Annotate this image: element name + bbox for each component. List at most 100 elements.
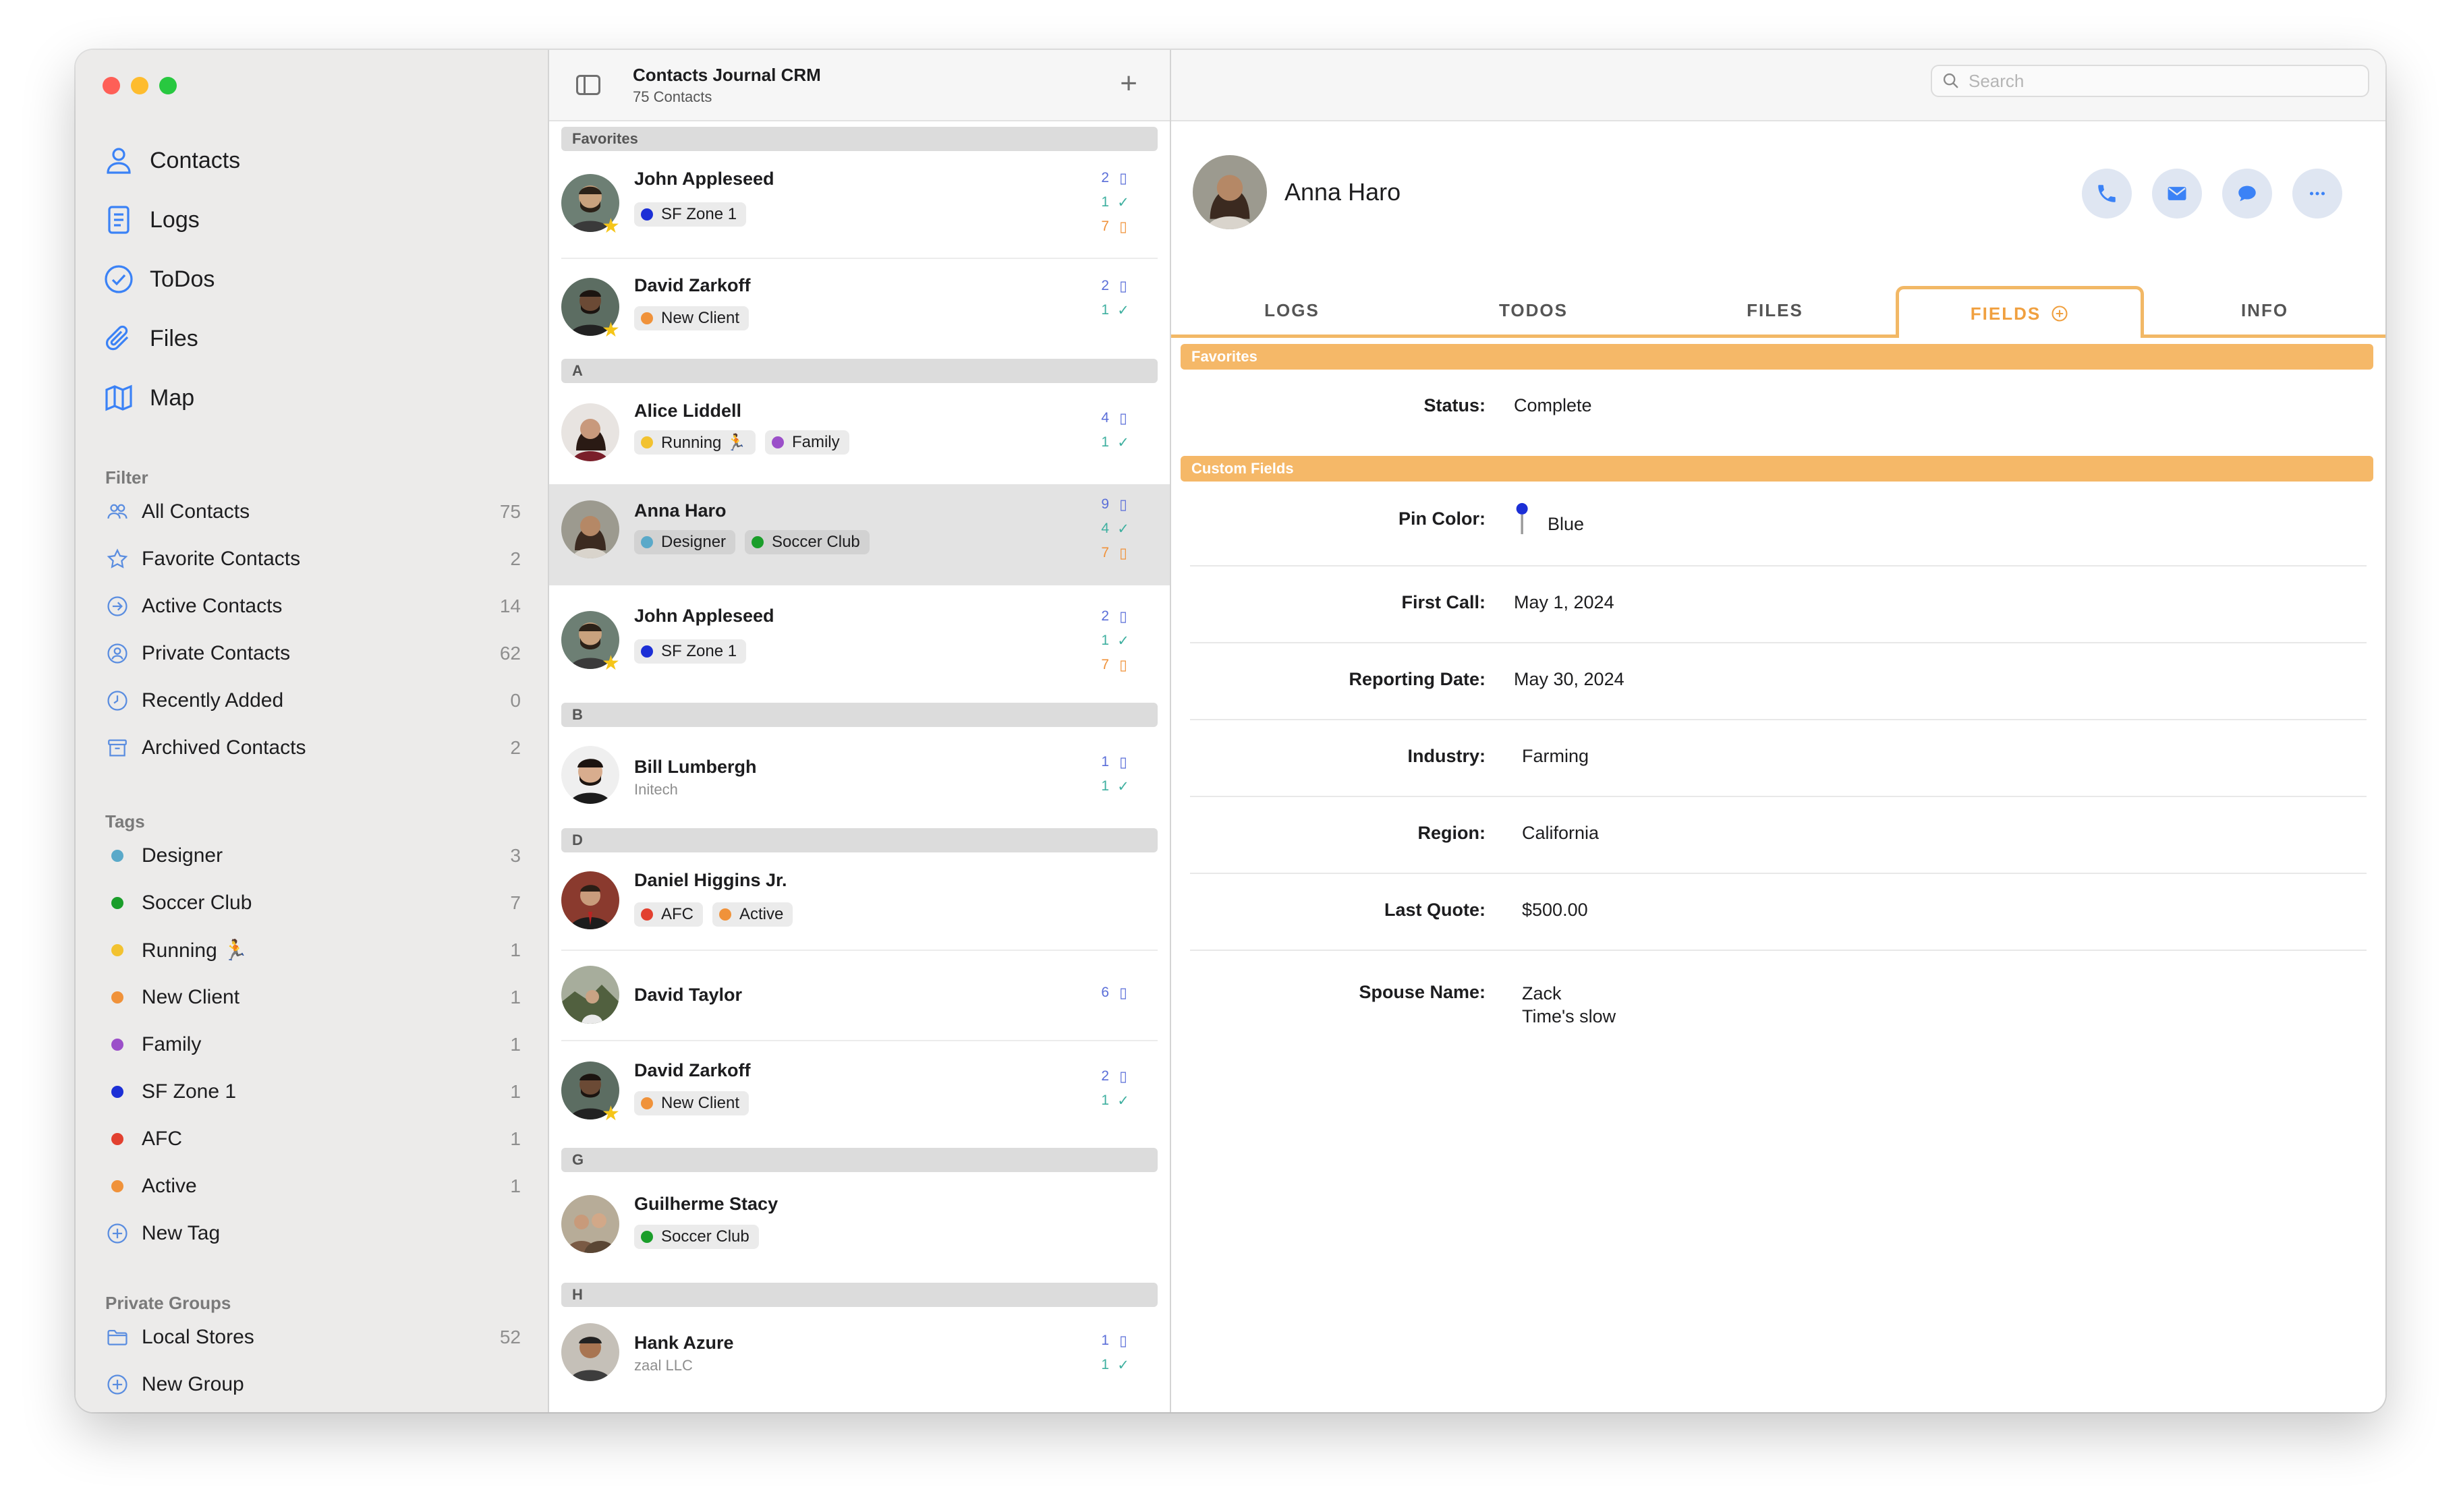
contact-counts: 1 ▯ 1 ✓ (1101, 1330, 1131, 1376)
chat-bubble-icon (2238, 185, 2256, 202)
document-icon (108, 206, 130, 234)
contact-list-pane: Contacts Journal CRM 75 Contacts + Favor… (549, 50, 1171, 1412)
tag-item-sf-zone-1[interactable]: SF Zone 1 1 (103, 1068, 521, 1115)
field-label: Industry: (1407, 746, 1486, 766)
log-doc-icon: ▯ (1119, 170, 1127, 186)
tab-info[interactable]: INFO (2144, 286, 2385, 335)
contact-name: Alice Liddell (634, 401, 742, 421)
tab-fields[interactable]: FIELDS (1896, 286, 2144, 338)
message-button[interactable] (2222, 169, 2272, 219)
contact-actions (2082, 169, 2342, 219)
tag-count: 1 (510, 1034, 521, 1055)
filter-all-contacts[interactable]: All Contacts 75 (103, 488, 521, 535)
todo-check-icon: ✓ (1117, 778, 1129, 794)
section-header-d: D (561, 828, 1158, 852)
contact-row[interactable]: ★ John Appleseed SF Zone 1 2 ▯ 1 ✓ 7 ▯ (561, 151, 1158, 259)
tag-count: 3 (510, 845, 521, 866)
new-group-button[interactable]: New Group (103, 1361, 521, 1408)
contact-row[interactable]: ★ David Zarkoff New Client 2 ▯ 1 ✓ (561, 259, 1158, 353)
tab-logs[interactable]: LOGS (1171, 286, 1413, 335)
group-item-local-stores[interactable]: Local Stores 52 (103, 1314, 521, 1361)
tag-chip-label: New Client (661, 1094, 740, 1112)
tab-todos[interactable]: TODOS (1413, 286, 1654, 335)
nav-item-contacts[interactable]: Contacts (103, 131, 521, 190)
filter-active-contacts[interactable]: Active Contacts 14 (103, 583, 521, 630)
todos-count: 1 ✓ (1101, 1090, 1131, 1111)
filter-recently-added[interactable]: Recently Added 0 (103, 677, 521, 724)
contact-row[interactable]: Alice Liddell Running 🏃 Family 4 ▯ 1 ✓ (561, 383, 1158, 484)
search-icon (1943, 73, 1958, 88)
contact-row[interactable]: David Taylor 6 ▯ (561, 951, 1158, 1041)
contact-row-selected[interactable]: Anna Haro Designer Soccer Club 9 ▯ 4 ✓ 7 ▯ (549, 484, 1170, 585)
zoom-window-button[interactable] (159, 77, 177, 94)
field-value[interactable]: Zack Time's slow (1522, 982, 1616, 1028)
minimize-window-button[interactable] (131, 77, 148, 94)
files-count: 7 ▯ (1101, 654, 1131, 676)
field-value[interactable]: May 30, 2024 (1514, 669, 1624, 690)
nav-item-todos[interactable]: ToDos (103, 250, 521, 309)
new-tag-label: New Tag (142, 1222, 221, 1244)
field-value[interactable]: Blue (1514, 502, 1584, 535)
group-label: Local Stores (142, 1326, 254, 1348)
more-button[interactable] (2292, 169, 2342, 219)
plus-circle-icon[interactable] (2050, 304, 2069, 323)
field-value[interactable]: Complete (1514, 395, 1592, 416)
log-doc-icon: ▯ (1119, 754, 1127, 770)
tag-item-active[interactable]: Active 1 (103, 1163, 521, 1210)
list-header: Contacts Journal CRM 75 Contacts + (549, 50, 1170, 121)
field-value[interactable]: Farming (1522, 746, 1589, 767)
todo-check-icon: ✓ (1117, 1093, 1129, 1109)
filter-count: 62 (499, 643, 521, 664)
favorite-star-icon: ★ (602, 1103, 620, 1125)
sidebar-toggle-icon[interactable] (576, 75, 600, 95)
field-row-status: Status: Complete (1190, 379, 2367, 433)
tag-item-afc[interactable]: AFC 1 (103, 1115, 521, 1163)
field-value[interactable]: $500.00 (1522, 900, 1588, 921)
nav-label: Files (150, 325, 198, 351)
field-row-reporting-date: Reporting Date: May 30, 2024 (1190, 643, 2367, 720)
field-value[interactable]: California (1522, 823, 1599, 844)
contact-row[interactable]: Daniel Higgins Jr. AFC Active (561, 852, 1158, 951)
contact-row[interactable]: Hank Azure zaal LLC 1 ▯ 1 ✓ (561, 1307, 1158, 1395)
filter-private-contacts[interactable]: Private Contacts 62 (103, 630, 521, 677)
tag-chip: Soccer Club (745, 530, 870, 554)
tag-item-family[interactable]: Family 1 (103, 1021, 521, 1068)
contact-row[interactable]: Bill Lumbergh Initech 1 ▯ 1 ✓ (561, 727, 1158, 823)
call-button[interactable] (2082, 169, 2132, 219)
contact-row[interactable]: ★ David Zarkoff New Client 2 ▯ 1 ✓ (561, 1041, 1158, 1142)
log-doc-icon: ▯ (1119, 608, 1127, 624)
tag-label: Family (142, 1033, 202, 1055)
nav-item-logs[interactable]: Logs (103, 190, 521, 250)
contact-row[interactable]: Guilherme Stacy Soccer Club (561, 1172, 1158, 1277)
todos-count: 1 ✓ (1101, 630, 1131, 651)
search-field[interactable]: Search (1931, 65, 2369, 97)
new-tag-button[interactable]: New Tag (103, 1210, 521, 1257)
tag-item-designer[interactable]: Designer 3 (103, 832, 521, 879)
tag-item-running[interactable]: Running 🏃 1 (103, 927, 521, 974)
filter-archived-contacts[interactable]: Archived Contacts 2 (103, 724, 521, 772)
add-contact-button[interactable]: + (1120, 69, 1137, 98)
tab-files[interactable]: FILES (1654, 286, 1896, 335)
contact-counts: 2 ▯ 1 ✓ 7 ▯ (1101, 606, 1131, 676)
contact-name: Anna Haro (634, 500, 727, 521)
field-value[interactable]: May 1, 2024 (1514, 592, 1614, 613)
nav-item-map[interactable]: Map (103, 368, 521, 428)
field-row-region: Region: California (1190, 797, 2367, 874)
app-window: Contacts Logs ToDos Files Map Filter All… (76, 50, 2385, 1412)
filter-section-title: Filter (105, 467, 148, 488)
contact-row[interactable]: ★ John Appleseed SF Zone 1 2 ▯ 1 ✓ 7 ▯ (561, 585, 1158, 697)
favorite-star-icon: ★ (602, 319, 620, 341)
plus-circle-icon (105, 1372, 130, 1397)
email-button[interactable] (2152, 169, 2202, 219)
nav-item-files[interactable]: Files (103, 309, 521, 368)
filter-label: Archived Contacts (142, 736, 306, 759)
tag-item-soccer-club[interactable]: Soccer Club 7 (103, 879, 521, 927)
tag-chip-label: SF Zone 1 (661, 205, 737, 223)
filter-favorite-contacts[interactable]: Favorite Contacts 2 (103, 535, 521, 583)
todos-count: 1 ✓ (1101, 1354, 1131, 1376)
window-controls (103, 77, 177, 94)
tag-item-new-client[interactable]: New Client 1 (103, 974, 521, 1021)
close-window-button[interactable] (103, 77, 120, 94)
tag-label: AFC (142, 1128, 182, 1150)
tag-color-dot (105, 1174, 130, 1198)
